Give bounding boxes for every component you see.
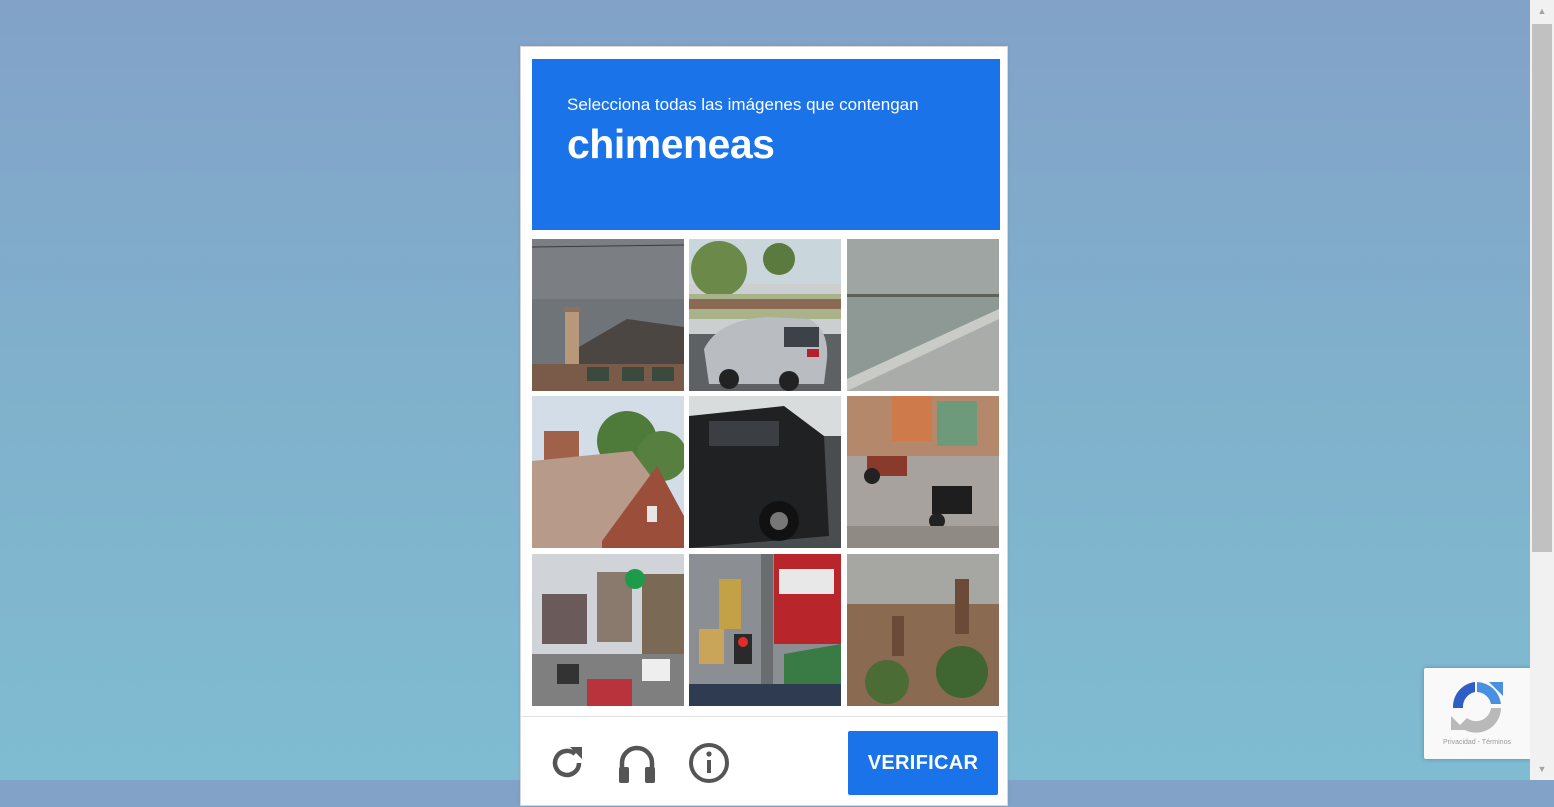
image-tile-2[interactable] xyxy=(689,239,841,391)
badge-legal-links[interactable]: Privacidad - Términos xyxy=(1424,739,1530,746)
captcha-challenge: Selecciona todas las imágenes que conten… xyxy=(520,46,1008,806)
headphones-icon[interactable] xyxy=(615,741,659,785)
reload-icon[interactable] xyxy=(545,741,589,785)
verify-button[interactable]: VERIFICAR xyxy=(848,731,998,795)
info-icon[interactable] xyxy=(687,741,731,785)
chevron-down-icon[interactable]: ▼ xyxy=(1530,758,1554,780)
challenge-instruction: Selecciona todas las imágenes que conten… xyxy=(567,95,919,114)
image-tile-9[interactable] xyxy=(847,554,999,706)
image-tile-8[interactable] xyxy=(689,554,841,706)
image-tile-3[interactable] xyxy=(847,239,999,391)
image-tile-6[interactable] xyxy=(847,396,999,548)
page-scrollbar[interactable]: ▲ ▼ xyxy=(1530,0,1554,780)
recaptcha-badge[interactable]: Privacidad - Términos xyxy=(1424,668,1530,759)
image-grid xyxy=(532,239,999,706)
challenge-header: Selecciona todas las imágenes que conten… xyxy=(532,59,1000,230)
challenge-target: chimeneas xyxy=(567,121,775,167)
image-tile-1[interactable] xyxy=(532,239,684,391)
image-tile-5[interactable] xyxy=(689,396,841,548)
image-tile-4[interactable] xyxy=(532,396,684,548)
recaptcha-logo-icon xyxy=(1451,682,1503,733)
chevron-up-icon[interactable]: ▲ xyxy=(1530,0,1554,22)
challenge-footer: VERIFICAR xyxy=(521,716,1007,807)
scrollbar-thumb[interactable] xyxy=(1532,24,1552,552)
image-tile-7[interactable] xyxy=(532,554,684,706)
